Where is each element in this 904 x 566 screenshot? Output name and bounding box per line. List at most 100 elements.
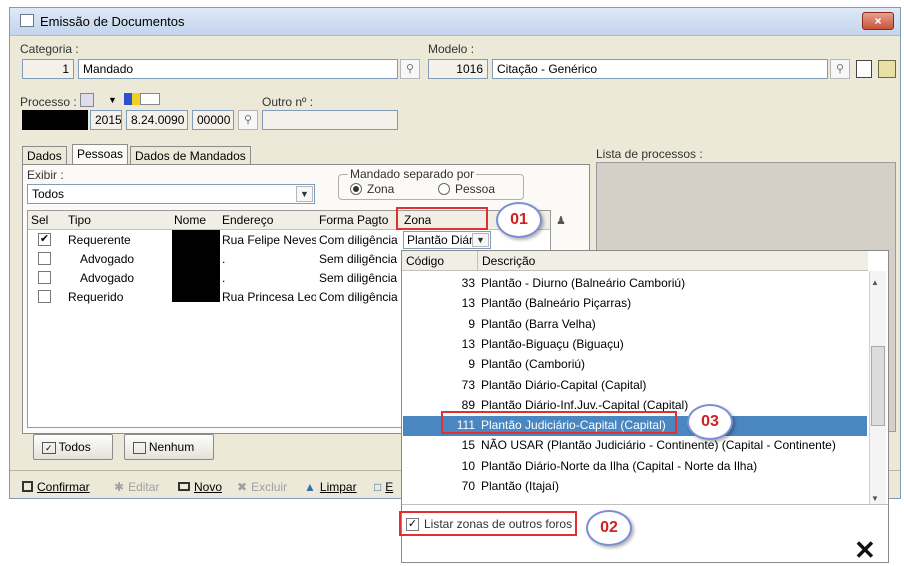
zona-option-desc: Plantão (Itajaí) (481, 479, 560, 493)
scroll-down-icon[interactable]: ▼ (871, 494, 879, 503)
header-divider (477, 251, 478, 271)
processo-type-icon[interactable] (80, 93, 94, 107)
col-sel: Sel (31, 213, 49, 227)
zona-option-code: 33 (461, 276, 475, 290)
window-title: Emissão de Documentos (40, 14, 185, 29)
zona-option-row[interactable]: 13 Plantão (Balneário Piçarras) (403, 294, 867, 314)
zona-dropdown-header (402, 251, 868, 271)
callout-checkbox-highlight (399, 511, 577, 536)
nenhum-label: Nenhum (148, 440, 195, 454)
radio-pessoa[interactable] (438, 183, 450, 195)
check-all-icon: ✓ (42, 442, 56, 454)
row-endereco: . (222, 252, 226, 266)
save-icon (22, 481, 33, 492)
row-select-checkbox[interactable] (38, 271, 51, 284)
col-endereco: Endereço (222, 213, 274, 227)
excluir-button[interactable]: ✖ Excluir (237, 480, 287, 494)
tab-pessoas[interactable]: Pessoas (72, 144, 129, 165)
document-preview-icon[interactable] (856, 60, 872, 78)
zona-option-row[interactable]: 9 Plantão (Camboriú) (403, 355, 867, 375)
zona-option-desc: Plantão (Barra Velha) (481, 317, 596, 331)
categoria-name-field[interactable]: Mandado (78, 59, 398, 79)
nenhum-button[interactable]: Nenhum (124, 434, 214, 460)
zona-option-row[interactable]: 9 Plantão (Barra Velha) (403, 315, 867, 335)
zona-dropdown-icon[interactable]: ▼ (472, 233, 489, 247)
callout-badge-02: 02 (586, 510, 632, 546)
delete-icon: ✖ (237, 480, 248, 494)
window-close-button[interactable]: × (862, 12, 894, 30)
confirmar-label: Confirmar (37, 480, 90, 494)
processo-suffix-field[interactable]: 00000 (192, 110, 234, 130)
processo-search-icon[interactable]: ⚲ (238, 110, 258, 130)
zona-option-code: 73 (461, 378, 475, 392)
window-icon: □ (374, 480, 382, 494)
col-tipo: Tipo (68, 213, 91, 227)
row-select-checkbox[interactable]: ✔ (38, 233, 51, 246)
radio-zona-label: Zona (367, 182, 395, 196)
row-forma-pagto: Sem diligência (319, 271, 398, 285)
mandado-separado-legend: Mandado separado por (348, 167, 477, 181)
extra-button[interactable]: □ E (374, 480, 393, 494)
edit-icon: ✱ (114, 480, 125, 494)
zona-option-row[interactable]: 15 NÃO USAR (Plantão Judiciário - Contine… (403, 436, 867, 456)
window-icon (20, 14, 34, 27)
callout-zona-highlight (396, 207, 488, 230)
row-forma-pagto: Com diligência (319, 233, 398, 247)
zona-option-row[interactable]: 73 Plantão Diário-Capital (Capital) (403, 376, 867, 396)
outro-number-field[interactable] (262, 110, 398, 130)
color-blue-icon (124, 93, 132, 105)
zona-option-code: 9 (468, 357, 475, 371)
zona-option-row[interactable]: 10 Plantão Diário-Norte da Ilha (Capital … (403, 457, 867, 477)
new-icon (178, 482, 190, 491)
exibir-label: Exibir : (27, 168, 64, 182)
row-select-checkbox[interactable] (38, 252, 51, 265)
zona-option-desc: Plantão-Biguaçu (Biguaçu) (481, 337, 624, 351)
col-nome: Nome (174, 213, 207, 227)
modelo-name-field[interactable]: Citação - Genérico (492, 59, 828, 79)
row-tipo: Advogado (80, 271, 135, 285)
row-select-checkbox[interactable] (38, 290, 51, 303)
exibir-select[interactable]: Todos (27, 184, 315, 204)
editar-button[interactable]: ✱ Editar (114, 480, 159, 494)
limpar-button[interactable]: ▲ Limpar (304, 480, 357, 494)
novo-button[interactable]: Novo (178, 480, 222, 494)
zona-option-row[interactable]: 70 Plantão (Itajaí) (403, 477, 867, 497)
limpar-label: Limpar (319, 480, 357, 494)
zona-option-row[interactable]: 13 Plantão-Biguaçu (Biguaçu) (403, 335, 867, 355)
zona-option-code: 15 (461, 438, 475, 452)
categoria-search-icon[interactable]: ⚲ (400, 59, 420, 79)
row-tipo: Requerido (68, 290, 124, 304)
categoria-code-field[interactable]: 1 (22, 59, 74, 79)
tab-dados[interactable]: Dados (22, 146, 67, 164)
processo-redacted (22, 110, 88, 130)
radio-zona[interactable] (350, 183, 362, 195)
categoria-label: Categoria : (20, 42, 79, 56)
tab-dados-mandados[interactable]: Dados de Mandados (130, 146, 251, 164)
confirmar-button[interactable]: Confirmar (22, 480, 90, 494)
zona-option-desc: Plantão - Diurno (Balneário Camboriú) (481, 276, 686, 290)
modelo-search-icon[interactable]: ⚲ (830, 59, 850, 79)
zona-option-code: 13 (461, 337, 475, 351)
close-icon[interactable]: ✕ (854, 535, 876, 566)
novo-label: Novo (194, 480, 223, 494)
todos-label: Todos (58, 440, 91, 454)
scroll-up-icon[interactable]: ▲ (871, 278, 879, 287)
people-icon[interactable]: ♟ (556, 214, 570, 228)
chevron-down-icon[interactable]: ▼ (108, 95, 117, 105)
zona-option-row[interactable]: 33 Plantão - Diurno (Balneário Camboriú) (403, 274, 867, 294)
radio-pessoa-label: Pessoa (455, 182, 496, 196)
scrollbar-thumb[interactable] (871, 346, 885, 426)
processo-number-field[interactable]: 8.24.0090 (126, 110, 188, 130)
document-search-icon[interactable] (878, 60, 896, 78)
exibir-dropdown-icon[interactable]: ▼ (296, 186, 313, 202)
color-yellow-icon (132, 93, 140, 105)
col-codigo: Código (406, 254, 445, 268)
color-swatch-icon[interactable] (140, 93, 160, 105)
row-tipo: Requerente (68, 233, 131, 247)
modelo-code-field[interactable]: 1016 (428, 59, 488, 79)
row-zona-value: Plantão Diário (407, 233, 473, 247)
row-tipo: Advogado (80, 252, 135, 266)
todos-button[interactable]: ✓ Todos (33, 434, 113, 460)
callout-badge-01: 01 (496, 202, 542, 238)
processo-year-field[interactable]: 2015 (90, 110, 122, 130)
